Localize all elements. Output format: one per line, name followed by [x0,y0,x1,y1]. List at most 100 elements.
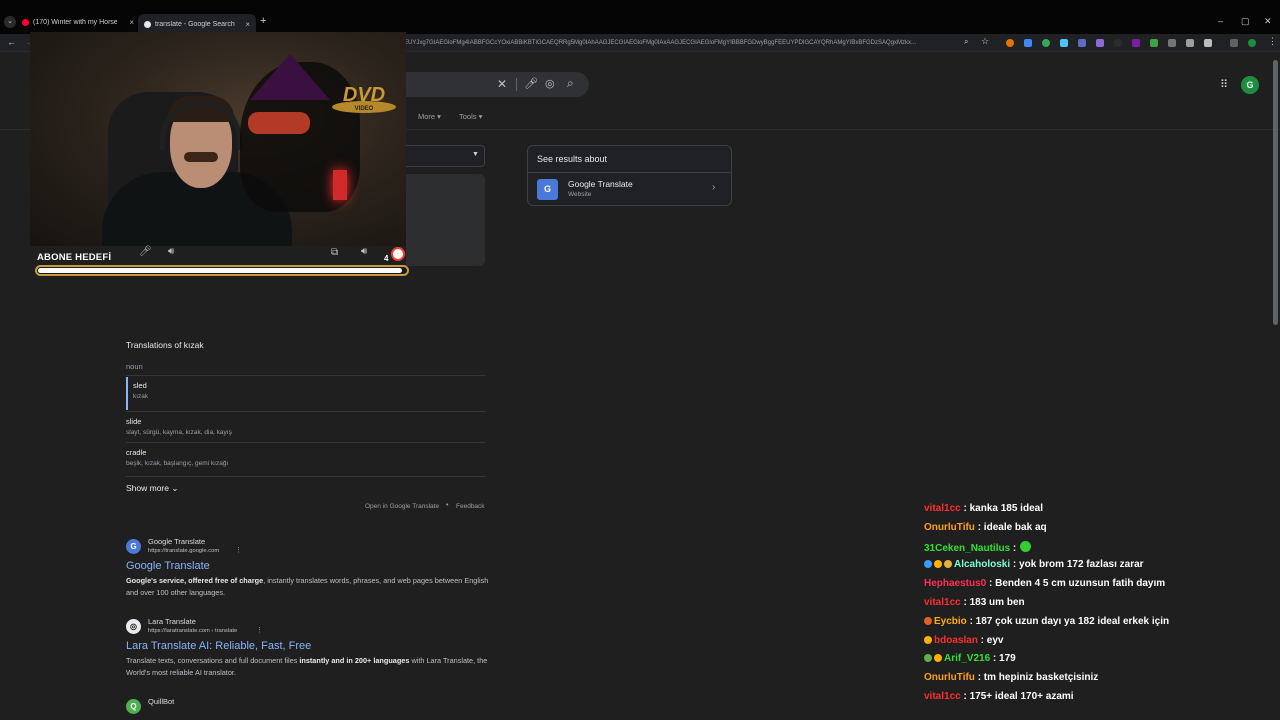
divider [516,78,517,91]
zoom-icon[interactable]: ⌕ [964,37,968,47]
tab-search-icon[interactable]: ⌄ [4,16,16,28]
tab-google-search[interactable]: translate - Google Search × [138,14,256,34]
close-window-button[interactable]: ✕ [1264,16,1272,27]
profile-avatar-icon[interactable] [1248,39,1256,47]
speaker-icon[interactable]: 🔊︎ [168,246,174,257]
show-more-label: Show more [126,483,169,493]
chat-badge-icon [944,560,952,569]
extension-icon[interactable] [1168,39,1176,47]
extensions-puzzle-icon[interactable] [1204,39,1212,47]
language-select[interactable]: ▼ [406,145,485,167]
extension-icon[interactable] [1078,39,1086,47]
chat-username[interactable]: bdoaslan [934,635,978,646]
divider [126,375,485,376]
tools-filter[interactable]: Tools ▾ [459,112,482,121]
translation-word: slide [126,417,142,426]
search-icon[interactable]: ⌕ [567,76,574,91]
tab-youtube[interactable]: (170) Winter with my Horse - Yo × [22,14,134,30]
chat-username[interactable]: OnurluTifu [924,522,975,533]
page-scrollbar[interactable] [1273,60,1278,325]
close-icon[interactable]: × [245,20,250,29]
minimize-button[interactable]: – [1218,16,1223,26]
divider [528,172,731,173]
snippet-text: Translate texts, conversations and full … [126,656,300,665]
result-url[interactable]: https://laratranslate.com › translate [148,628,237,634]
lens-camera-icon[interactable]: ◎ [545,77,555,90]
subscriber-goal-fill [38,268,403,273]
apps-grid-icon[interactable]: ⠿ [1220,78,1228,91]
feedback-link[interactable]: Feedback [456,503,485,510]
chat-username[interactable]: 31Ceken_Nautilus [924,543,1010,554]
chat-badge-icon [924,560,932,569]
quillbot-icon: Q [126,699,141,714]
close-icon[interactable]: × [129,18,134,27]
avatar[interactable]: G [1241,76,1259,94]
chat-text: : Benden 4 5 cm uzunsun fatih dayım [986,578,1166,590]
back-icon[interactable]: ← [7,37,16,47]
snippet-bold: instantly and in 200+ languages [299,656,410,665]
result-site-name: Google Translate [148,537,206,546]
chat-message: Arif_V216 : 179 [924,653,1016,664]
chat-badge-icon [924,635,932,644]
speaker-icon[interactable]: 🔊︎ [361,246,367,257]
tab-strip: ⌄ (170) Winter with my Horse - Yo × tran… [0,0,1280,34]
chat-username[interactable]: OnurluTifu [924,672,975,683]
chat-username[interactable]: Arif_V216 [944,653,990,664]
chat-message: vital1cc : 183 um ben [924,597,1025,608]
more-filter[interactable]: More ▾ [418,112,441,121]
extension-icon[interactable] [1114,39,1122,47]
result-title-link[interactable]: Google Translate [126,560,210,572]
bookmark-star-icon[interactable]: ☆ [981,36,989,47]
chevron-right-icon: › [712,182,716,193]
translation-row[interactable]: sled kızak [133,381,492,400]
more-options-icon[interactable]: ⋮ [256,626,263,634]
clear-search-icon[interactable]: ✕ [497,77,507,91]
address-bar[interactable]: EEUYJxg7GIAEGloFMg4IABBFGCcYOxiABBiKBTIG… [400,36,970,50]
chat-emote-icon [1020,540,1032,552]
chat-username[interactable]: Eycbio [934,616,967,627]
extension-icon[interactable] [1024,39,1032,47]
microphone-icon[interactable]: 🎤︎ [524,77,538,90]
kp-entity-name: Google Translate [568,179,633,189]
open-in-translate-link[interactable]: Open in Google Translate [365,503,439,510]
chat-badge-icon [934,560,942,569]
google-icon [391,247,405,261]
dvd-text: DVD [343,84,385,106]
extension-icon[interactable] [1186,39,1194,47]
chat-text: : kanka 185 ideal [960,503,1043,514]
extension-icon[interactable] [1132,39,1140,47]
chat-username[interactable]: Hephaestus0 [924,578,986,589]
more-options-icon[interactable]: ⋮ [235,546,242,554]
new-tab-button[interactable]: + [260,15,266,27]
chat-message: Alcaholoski : yok brom 172 fazlası zarar [924,559,1144,570]
chat-username[interactable]: Alcaholoski [954,559,1010,570]
extension-icon[interactable] [1230,39,1238,47]
maximize-button[interactable]: ▢ [1241,16,1250,27]
more-label: More [418,112,436,121]
result-title-link[interactable]: Lara Translate AI: Reliable, Fast, Free [126,640,311,652]
browser-menu-icon[interactable]: ⋮ [1268,36,1277,47]
microphone-icon[interactable]: 🎤︎ [139,246,152,257]
extension-icon[interactable] [1150,39,1158,47]
translation-synonyms: kızak [133,393,149,400]
divider [126,476,485,477]
translation-row[interactable]: slide slayt, sürgü, kayma, kızak, dia, k… [126,417,485,436]
tab-title: (170) Winter with my Horse - Yo [33,18,117,26]
translation-row[interactable]: cradle beşik, kızak, başlangıç, gemi kız… [126,448,485,467]
extension-icon[interactable] [1096,39,1104,47]
copy-icon[interactable]: ⧉ [331,247,338,258]
result-url[interactable]: https://translate.google.com [148,548,219,554]
extension-icon[interactable] [1060,39,1068,47]
chat-message: vital1cc : kanka 185 ideal [924,503,1043,514]
translation-word: cradle [126,448,147,457]
extension-icon[interactable] [1042,39,1050,47]
kp-heading: See results about [537,154,608,164]
chat-username[interactable]: vital1cc [924,503,961,514]
google-icon [144,20,151,28]
chat-message: Eycbio : 187 çok uzun dayı ya 182 ideal … [924,616,1169,627]
show-more-button[interactable]: Show more ⌄ [126,483,179,494]
chat-username[interactable]: vital1cc [924,691,961,702]
extension-icon[interactable] [1006,39,1014,47]
chat-username[interactable]: vital1cc [924,597,961,608]
chevron-down-icon: ⌄ [171,483,179,493]
